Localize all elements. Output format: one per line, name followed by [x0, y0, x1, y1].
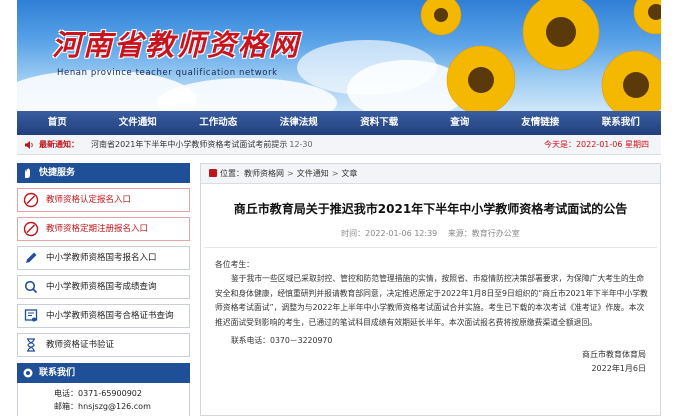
- sidebar-item-registration-apply[interactable]: 教师资格定期注册报名入口: [17, 217, 190, 241]
- breadcrumb-link-home[interactable]: 教师资格网: [244, 169, 284, 178]
- sidebar-item-label: 中小学教师资格国考成绩查询: [46, 282, 157, 292]
- article-meta: 时间：2022-01-06 12:39 来源：教育行办公室: [204, 228, 657, 248]
- sidebar-item-certificate-verify[interactable]: 教师资格证书验证: [17, 333, 190, 357]
- article-phone: 联系电话：0370－3220970: [231, 336, 333, 346]
- site-subtitle: Henan province teacher qualification net…: [57, 68, 278, 78]
- sidebar-item-exam-apply[interactable]: 中小学教师资格国考报名入口: [17, 246, 190, 270]
- breadcrumb-separator: >: [331, 169, 339, 178]
- page: 河南省教师资格网 Henan province teacher qualific…: [0, 0, 677, 416]
- article-signature: 商丘市教育体育局 2022年1月6日: [201, 348, 660, 376]
- main-nav: 首页 文件通知 工作动态 法律法规 资料下载 查询 友情链接 联系我们: [17, 111, 661, 135]
- speaker-icon: [25, 141, 33, 149]
- nav-contact[interactable]: 联系我们: [581, 111, 662, 135]
- sunflower-image: [420, 0, 661, 111]
- breadcrumb-separator: >: [287, 169, 294, 178]
- sidebar-item-label: 教师资格定期注册报名入口: [46, 224, 149, 234]
- notice-ticker: 最新通知： 河南省2021年下半年中小学教师资格考试面试考前提示 12-30 今天…: [17, 135, 661, 155]
- contact-header: 联系我们: [17, 363, 190, 383]
- contact-email[interactable]: 邮箱：hnsjszg@126.com: [54, 400, 189, 413]
- ticker-news-link[interactable]: 河南省2021年下半年中小学教师资格考试面试考前提示 12-30: [91, 135, 313, 155]
- article-sign-date: 2022年1月6日: [591, 364, 646, 374]
- sidebar: 快捷服务 教师资格认定报名入口 教师资格定期注册报名入口 中小学教师资格国考报名…: [17, 163, 190, 416]
- sidebar-item-qualification-apply[interactable]: 教师资格认定报名入口: [17, 188, 190, 212]
- today-date: 今天是：2022-01-06 星期四: [543, 140, 649, 149]
- location-icon: [209, 169, 217, 177]
- hourglass-icon: [27, 338, 35, 352]
- article-paragraph: 鉴于我市一些区域已采取封控、管控和防范管理措施的实情，按照省、市疫情防控决策部署…: [215, 274, 648, 327]
- quick-service-title: 快捷服务: [39, 168, 76, 178]
- ticker-news-text[interactable]: 河南省2021年下半年中小学教师资格考试面试考前提示: [91, 140, 287, 149]
- hand-icon: [25, 168, 30, 178]
- site-title: 河南省教师资格网: [52, 28, 301, 62]
- sidebar-item-label: 中小学教师资格国考合格证书查询: [46, 311, 174, 321]
- nav-laws[interactable]: 法律法规: [259, 111, 340, 135]
- quick-service-header: 快捷服务: [17, 163, 190, 183]
- ticker-label: 最新通知：: [39, 140, 79, 149]
- nav-downloads[interactable]: 资料下载: [339, 111, 420, 135]
- nav-news[interactable]: 工作动态: [178, 111, 259, 135]
- article-time: 时间：2022-01-06 12:39: [341, 229, 438, 238]
- pencil-icon: [26, 252, 37, 263]
- contact-box: 联系我们 电话：0371-65900902 邮箱：hnsjszg@126.com: [17, 363, 190, 416]
- no-entry-icon: [23, 221, 39, 237]
- certificate-icon: [24, 309, 38, 322]
- sidebar-item-label: 中小学教师资格国考报名入口: [46, 253, 157, 263]
- contact-icon: [23, 368, 33, 378]
- article-signer: 商丘市教育体育局: [582, 350, 646, 360]
- contact-body: 电话：0371-65900902 邮箱：hnsjszg@126.com: [17, 383, 190, 416]
- sidebar-item-label: 教师资格认定报名入口: [46, 195, 132, 205]
- nav-notices[interactable]: 文件通知: [98, 111, 179, 135]
- article-title: 商丘市教育局关于推迟我市2021年下半年中小学教师资格考试面试的公告: [233, 202, 628, 216]
- search-icon: [24, 280, 38, 294]
- breadcrumb: 位置：教师资格网 > 文件通知 > 文章: [201, 164, 660, 184]
- sidebar-item-certificate-query[interactable]: 中小学教师资格国考合格证书查询: [17, 304, 190, 328]
- breadcrumb-current: 文章: [341, 169, 358, 178]
- no-entry-icon: [23, 192, 39, 208]
- contact-phone: 电话：0371-65900902: [54, 389, 142, 398]
- sidebar-item-label: 教师资格证书验证: [46, 340, 115, 350]
- breadcrumb-link-notices[interactable]: 文件通知: [297, 169, 329, 178]
- ticker-news-date: 12-30: [289, 140, 313, 149]
- sidebar-item-score-query[interactable]: 中小学教师资格国考成绩查询: [17, 275, 190, 299]
- article-source: 来源：教育行办公室: [447, 229, 520, 238]
- contact-title: 联系我们: [39, 368, 76, 378]
- breadcrumb-prefix: 位置：: [220, 169, 244, 178]
- nav-home[interactable]: 首页: [17, 111, 98, 135]
- nav-query[interactable]: 查询: [420, 111, 501, 135]
- article-body: 各位考生： 鉴于我市一些区域已采取封控、管控和防范管理措施的实情，按照省、市疫情…: [201, 248, 660, 348]
- site-banner: 河南省教师资格网 Henan province teacher qualific…: [17, 0, 661, 111]
- nav-links[interactable]: 友情链接: [500, 111, 581, 135]
- article-panel: 位置：教师资格网 > 文件通知 > 文章 商丘市教育局关于推迟我市2021年下半年中小学…: [200, 163, 661, 416]
- article-greeting: 各位考生：: [215, 260, 254, 269]
